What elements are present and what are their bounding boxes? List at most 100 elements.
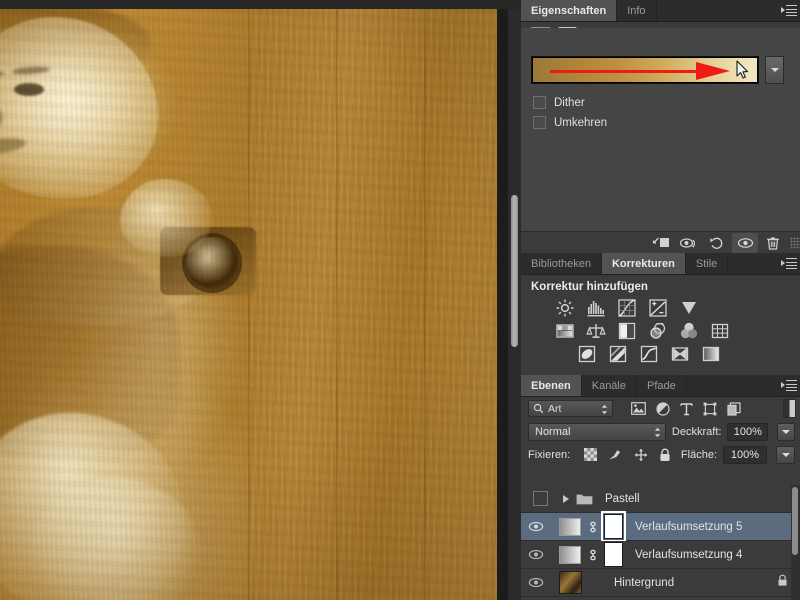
canvas-vertical-scrollbar[interactable] — [508, 9, 521, 600]
vibrance-icon[interactable] — [679, 298, 699, 318]
reset-icon — [709, 236, 725, 250]
layer-visibility-cell[interactable] — [521, 549, 551, 560]
levels-icon[interactable] — [586, 298, 606, 318]
gradient-swatch[interactable] — [531, 56, 759, 84]
fill-value[interactable]: 100% — [723, 446, 767, 464]
curves-icon[interactable] — [617, 298, 637, 318]
filter-adjustment-layers-icon[interactable] — [656, 402, 670, 416]
layer-list[interactable]: Pastell — [521, 485, 800, 600]
reset-button[interactable] — [704, 233, 730, 253]
layers-panel-menu-button[interactable] — [778, 375, 800, 396]
panel-menu-icon — [781, 5, 797, 16]
canvas-scroll-thumb[interactable] — [511, 195, 518, 347]
exposure-icon[interactable] — [648, 298, 668, 318]
layer-thumbnail[interactable] — [559, 571, 582, 594]
layers-scroll-thumb[interactable] — [792, 487, 798, 555]
threshold-icon[interactable] — [639, 344, 659, 364]
layer-thumbnail[interactable] — [559, 518, 581, 536]
black-and-white-icon[interactable] — [617, 321, 637, 341]
tab-korrekturen[interactable]: Korrekturen — [602, 253, 686, 274]
filter-shape-layers-icon[interactable] — [703, 402, 717, 416]
table-row[interactable]: Verlaufsumsetzung 5 — [521, 513, 800, 541]
filter-type-layers-icon[interactable] — [680, 402, 693, 416]
tab-stile[interactable]: Stile — [686, 253, 728, 274]
stepper-arrows-icon[interactable] — [601, 404, 608, 415]
visibility-eye-icon[interactable] — [528, 549, 544, 560]
chevron-down-icon — [782, 453, 790, 457]
toggle-previous-state-icon — [679, 236, 699, 250]
right-dock: Eigenschaften Info Verlaufsumsetzung — [521, 0, 800, 600]
adjustment-row — [577, 344, 800, 364]
link-icon[interactable] — [586, 519, 599, 535]
tab-info[interactable]: Info — [617, 0, 656, 21]
table-row[interactable]: Hintergrund — [521, 569, 800, 597]
blend-mode-label: Normal — [535, 426, 570, 438]
clip-to-layer-button[interactable] — [648, 233, 674, 253]
photo-filter-icon[interactable] — [648, 321, 668, 341]
layer-mask-thumbnail[interactable] — [604, 542, 623, 567]
tab-ebenen[interactable]: Ebenen — [521, 375, 582, 396]
selective-color-icon[interactable] — [670, 344, 690, 364]
table-row[interactable]: Verlaufsumsetzung 4 — [521, 541, 800, 569]
invert-icon[interactable] — [577, 344, 597, 364]
tab-label: Bibliotheken — [531, 258, 591, 270]
posterize-icon[interactable] — [608, 344, 628, 364]
filter-enable-toggle[interactable] — [783, 399, 796, 418]
layer-kind-select[interactable]: Art — [528, 400, 613, 417]
opacity-dropdown[interactable] — [777, 423, 795, 441]
tab-label: Info — [627, 5, 645, 17]
tab-kanaele[interactable]: Kanäle — [582, 375, 637, 396]
layer-visibility-cell[interactable] — [521, 491, 551, 506]
visibility-eye-icon[interactable] — [528, 521, 544, 532]
gradient-picker-dropdown[interactable] — [765, 56, 784, 84]
umkehren-option-row[interactable]: Umkehren — [533, 116, 607, 129]
properties-panel: Eigenschaften Info Verlaufsumsetzung — [521, 0, 800, 253]
properties-panel-menu-button[interactable] — [778, 0, 800, 21]
brightness-contrast-icon[interactable] — [555, 298, 575, 318]
layer-visibility-cell[interactable] — [521, 577, 551, 588]
tab-eigenschaften[interactable]: Eigenschaften — [521, 0, 617, 21]
fill-dropdown[interactable] — [776, 446, 795, 464]
group-visibility-checkbox[interactable] — [533, 491, 548, 506]
toggle-previous-state-button[interactable] — [676, 233, 702, 253]
lock-position-icon[interactable] — [634, 448, 648, 462]
panel-menu-icon — [781, 258, 797, 269]
color-lookup-icon[interactable] — [710, 321, 730, 341]
layer-visibility-cell[interactable] — [521, 521, 551, 532]
color-balance-icon[interactable] — [586, 321, 606, 341]
stepper-arrows-icon[interactable] — [654, 427, 661, 438]
link-icon[interactable] — [586, 547, 599, 563]
delete-button[interactable] — [760, 233, 786, 253]
lock-all-icon — [777, 574, 788, 592]
lock-image-icon[interactable] — [608, 448, 623, 461]
opacity-value[interactable]: 100% — [727, 423, 768, 441]
adjustments-title: Korrektur hinzufügen — [521, 275, 800, 295]
filter-smart-object-icon[interactable] — [727, 402, 741, 416]
dither-checkbox[interactable] — [533, 96, 546, 109]
blend-mode-select[interactable]: Normal — [528, 423, 666, 441]
table-row[interactable]: Pastell — [521, 485, 800, 513]
layers-vertical-scrollbar[interactable] — [791, 485, 800, 600]
hue-saturation-icon[interactable] — [555, 321, 575, 341]
filter-pixel-layers-icon[interactable] — [631, 402, 646, 415]
umkehren-checkbox[interactable] — [533, 116, 546, 129]
tab-pfade[interactable]: Pfade — [637, 375, 687, 396]
tab-label: Eigenschaften — [531, 5, 606, 17]
visibility-toggle-button[interactable] — [732, 233, 758, 253]
adjustments-panel-menu-button[interactable] — [778, 253, 800, 274]
layer-name: Verlaufsumsetzung 5 — [635, 521, 742, 533]
tab-bibliotheken[interactable]: Bibliotheken — [521, 253, 602, 274]
chevron-right-icon[interactable] — [563, 495, 569, 503]
lock-transparency-icon[interactable] — [584, 448, 597, 461]
panel-resize-grip[interactable] — [790, 237, 800, 249]
document-canvas-area[interactable] — [0, 0, 521, 600]
layer-thumbnail[interactable] — [559, 546, 581, 564]
lock-all-icon[interactable] — [659, 448, 671, 462]
channel-mixer-icon[interactable] — [679, 321, 699, 341]
adjustment-row — [555, 298, 800, 318]
gradient-map-icon[interactable] — [701, 344, 721, 364]
visibility-eye-icon[interactable] — [528, 577, 544, 588]
layer-mask-thumbnail[interactable] — [604, 514, 623, 539]
dither-option-row[interactable]: Dither — [533, 96, 585, 109]
document-image[interactable] — [0, 9, 497, 600]
